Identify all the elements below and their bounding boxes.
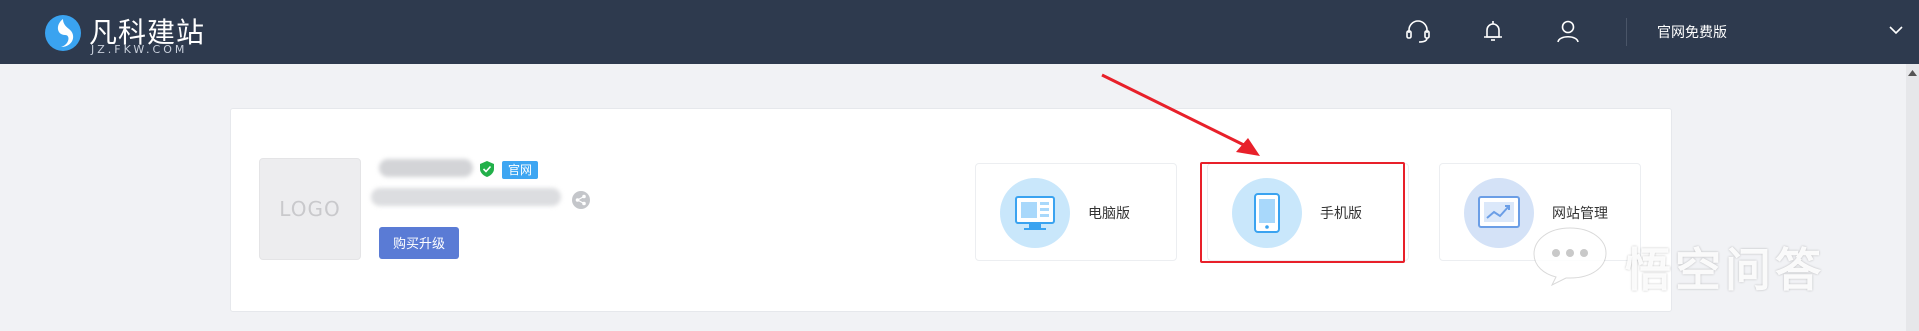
brand-logo[interactable]: 凡科建站 JZ.FKW.COM (43, 9, 243, 57)
site-name-redacted (379, 159, 473, 177)
top-navigation-bar: 凡科建站 JZ.FKW.COM 官网免费版 (0, 0, 1919, 64)
upgrade-button[interactable]: 购买升级 (379, 227, 459, 259)
annotation-arrow-icon (1101, 73, 1260, 156)
scrollbar[interactable] (1906, 64, 1919, 331)
bell-icon[interactable] (1478, 16, 1508, 46)
edition-label[interactable]: 官网免费版 (1657, 22, 1727, 42)
share-icon[interactable] (571, 190, 591, 210)
site-logo-placeholder[interactable]: LOGO (259, 158, 361, 260)
site-card: LOGO 官网 购买升级 电脑版 手机版 网站管理 (230, 108, 1672, 312)
tile-label: 电脑版 (1088, 206, 1130, 222)
annotation-highlight-box (1200, 162, 1405, 263)
chevron-down-icon[interactable] (1888, 22, 1904, 38)
tile-desktop-version[interactable]: 电脑版 (975, 163, 1177, 261)
site-manage-icon (1464, 178, 1534, 248)
official-badge: 官网 (502, 161, 539, 179)
verified-shield-icon (480, 161, 494, 177)
brand-domain: JZ.FKW.COM (91, 43, 188, 56)
topbar-divider (1626, 18, 1627, 46)
site-url-redacted (371, 188, 561, 206)
brand-mark-icon (45, 15, 81, 51)
tile-label: 网站管理 (1552, 206, 1608, 222)
desktop-icon (1000, 178, 1070, 248)
user-icon[interactable] (1553, 16, 1583, 46)
headset-icon[interactable] (1403, 16, 1433, 46)
watermark-text: 悟空问答 (1625, 243, 1825, 297)
scroll-up-icon[interactable] (1908, 70, 1917, 76)
watermark-logo-icon (1533, 227, 1607, 287)
